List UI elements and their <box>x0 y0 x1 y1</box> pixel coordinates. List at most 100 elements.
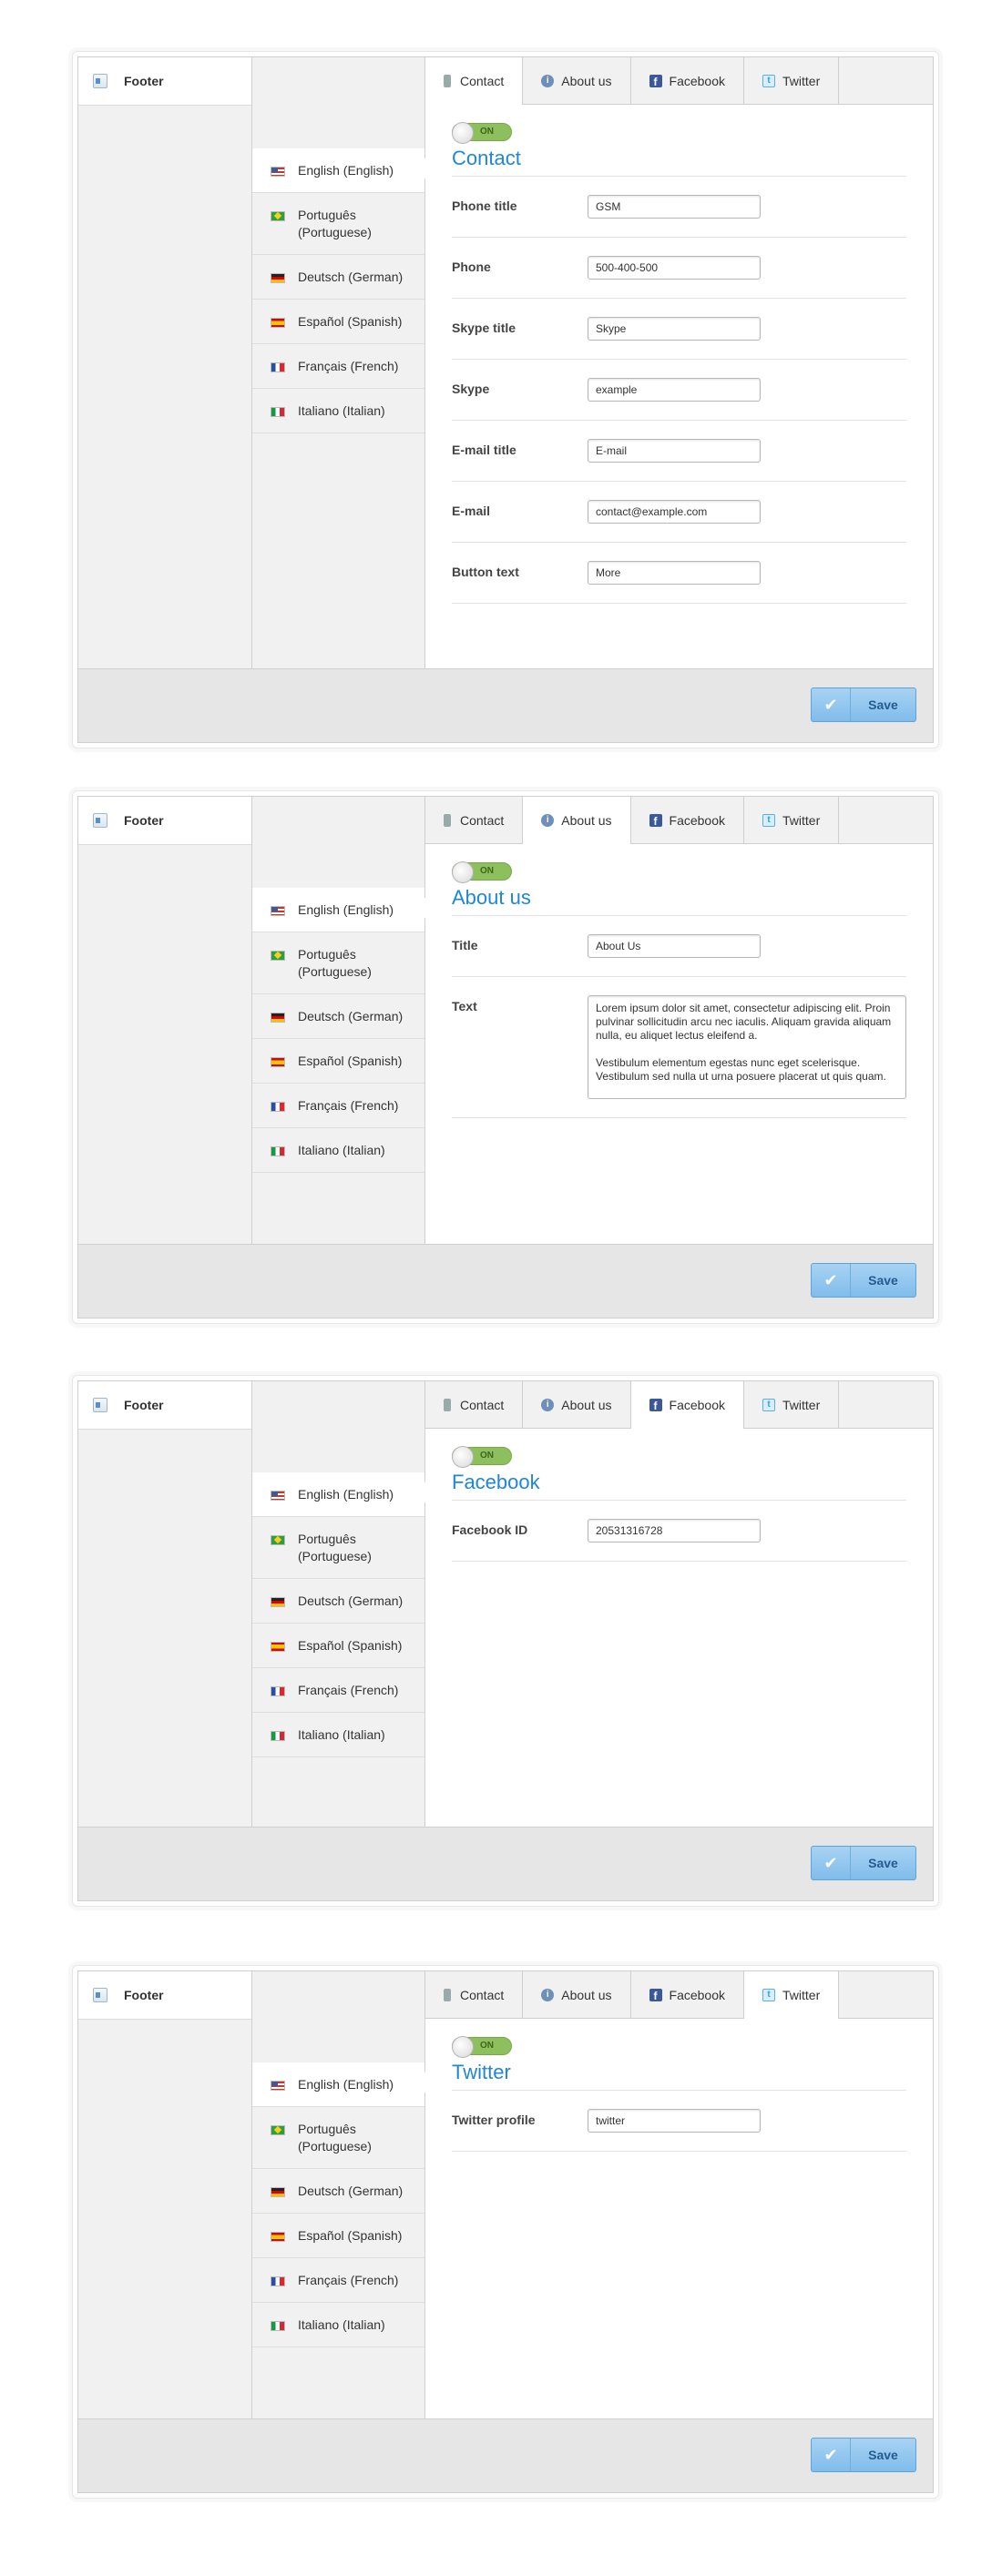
tab-contact[interactable]: Contact <box>425 797 524 843</box>
tab-contact[interactable]: Contact <box>425 1381 524 1428</box>
language-list: English (English) Português (Portuguese) D… <box>252 148 424 433</box>
tab-facebook[interactable]: f Facebook <box>631 797 744 843</box>
language-label: Deutsch (German) <box>298 270 404 284</box>
language-item-it[interactable]: Italiano (Italian) <box>252 389 424 433</box>
tab-contact[interactable]: Contact <box>425 57 524 105</box>
text-input[interactable] <box>588 561 761 585</box>
tab-about-us[interactable]: i About us <box>523 57 631 104</box>
language-item-it[interactable]: Italiano (Italian) <box>252 1128 424 1173</box>
text-input[interactable] <box>588 934 761 958</box>
text-input[interactable] <box>588 500 761 524</box>
tab-facebook[interactable]: f Facebook <box>631 57 744 104</box>
language-sidebar: English (English) Português (Portuguese) D… <box>252 57 425 669</box>
language-item-it[interactable]: Italiano (Italian) <box>252 1713 424 1757</box>
field-row: Phone title <box>452 176 906 237</box>
text-input[interactable] <box>588 1519 761 1543</box>
flag-de-icon <box>271 273 285 283</box>
field-label: Skype <box>452 382 490 396</box>
language-item-it[interactable]: Italiano (Italian) <box>252 2303 424 2347</box>
language-item-us[interactable]: English (English) <box>252 148 424 193</box>
language-item-es[interactable]: Español (Spanish) <box>252 1624 424 1668</box>
language-item-es[interactable]: Español (Spanish) <box>252 1039 424 1084</box>
enabled-toggle[interactable]: ON <box>452 861 512 883</box>
save-button[interactable]: ✔ Save <box>811 1263 916 1298</box>
tab-facebook[interactable]: f Facebook <box>631 1971 744 2018</box>
section-item-label: Footer <box>124 1988 164 2002</box>
save-button[interactable]: ✔ Save <box>811 2438 916 2472</box>
toggle-label: ON <box>480 2041 494 2051</box>
language-item-br[interactable]: Português (Portuguese) <box>252 1517 424 1579</box>
tab-about-us[interactable]: i About us <box>523 1381 631 1428</box>
flag-es-icon <box>271 318 285 328</box>
text-area[interactable]: Lorem ipsum dolor sit amet, consectetur … <box>588 995 906 1099</box>
tab-contact[interactable]: Contact <box>425 1971 524 2018</box>
language-item-de[interactable]: Deutsch (German) <box>252 994 424 1039</box>
tab-twitter[interactable]: t Twitter <box>744 797 840 843</box>
language-sidebar: English (English) Português (Portuguese) D… <box>252 1381 425 1828</box>
flag-fr-icon <box>271 2276 285 2286</box>
tab-label: Contact <box>460 812 505 828</box>
tab-bar: Contact i About us f Facebook t Twitter <box>425 1381 933 1429</box>
language-label: Português (Portuguese) <box>298 2122 372 2153</box>
tab-label: Facebook <box>669 1987 725 2002</box>
flag-it-icon <box>271 407 285 417</box>
language-item-us[interactable]: English (English) <box>252 888 424 932</box>
content-area: Contact i About us f Facebook t Twitter ON Conta… <box>425 57 933 669</box>
section-sidebar: Footer <box>78 1381 252 1828</box>
save-button[interactable]: ✔ Save <box>811 687 916 722</box>
language-label: Français (French) <box>298 1683 399 1697</box>
field-row: Phone <box>452 237 906 298</box>
text-input[interactable] <box>588 195 761 219</box>
phone-icon <box>444 75 451 87</box>
tab-label: Contact <box>460 74 505 88</box>
info-icon: i <box>541 1398 555 1411</box>
language-item-fr[interactable]: Français (French) <box>252 1668 424 1713</box>
tab-label: Twitter <box>782 812 821 828</box>
settings-panel: Footer English (English) Português (Portug… <box>72 51 939 748</box>
enabled-toggle[interactable]: ON <box>452 1446 512 1468</box>
section-item-label: Footer <box>124 813 164 828</box>
save-button[interactable]: ✔ Save <box>811 1846 916 1880</box>
content-title: Facebook <box>452 1471 540 1493</box>
toggle-knob <box>452 861 474 883</box>
language-item-es[interactable]: Español (Spanish) <box>252 300 424 344</box>
tab-about-us[interactable]: i About us <box>523 1971 631 2018</box>
tab-label: About us <box>561 73 612 88</box>
section-item-footer[interactable]: Footer <box>78 1971 251 2020</box>
language-sidebar: English (English) Português (Portuguese) D… <box>252 1971 425 2419</box>
language-item-de[interactable]: Deutsch (German) <box>252 2169 424 2214</box>
language-item-br[interactable]: Português (Portuguese) <box>252 2107 424 2169</box>
section-item-footer[interactable]: Footer <box>78 1381 251 1430</box>
language-item-us[interactable]: English (English) <box>252 1472 424 1517</box>
text-input[interactable] <box>588 256 761 280</box>
field-row: Facebook ID <box>452 1500 906 1562</box>
form-fields: Twitter profile <box>452 2090 906 2152</box>
flag-de-icon <box>271 1013 285 1023</box>
section-item-footer[interactable]: Footer <box>78 797 251 845</box>
enabled-toggle[interactable]: ON <box>452 122 512 144</box>
language-item-de[interactable]: Deutsch (German) <box>252 1579 424 1624</box>
tab-label: Twitter <box>782 1988 821 2002</box>
language-item-fr[interactable]: Français (French) <box>252 2258 424 2303</box>
text-input[interactable] <box>588 378 761 402</box>
tab-facebook[interactable]: f Facebook <box>630 1381 744 1429</box>
language-item-fr[interactable]: Français (French) <box>252 1084 424 1128</box>
language-item-fr[interactable]: Français (French) <box>252 344 424 389</box>
field-row: Skype title <box>452 298 906 359</box>
text-input[interactable] <box>588 439 761 463</box>
language-item-de[interactable]: Deutsch (German) <box>252 255 424 300</box>
language-item-br[interactable]: Português (Portuguese) <box>252 193 424 255</box>
language-item-us[interactable]: English (English) <box>252 2062 424 2107</box>
language-label: Español (Spanish) <box>298 2228 403 2243</box>
text-input[interactable] <box>588 2109 761 2133</box>
enabled-toggle[interactable]: ON <box>452 2036 512 2058</box>
language-item-es[interactable]: Español (Spanish) <box>252 2214 424 2258</box>
tab-about-us[interactable]: i About us <box>523 797 631 844</box>
text-input[interactable] <box>588 317 761 341</box>
field-label: Twitter profile <box>452 2113 536 2127</box>
tab-twitter[interactable]: t Twitter <box>744 1971 840 2019</box>
section-item-footer[interactable]: Footer <box>78 57 251 106</box>
tab-twitter[interactable]: t Twitter <box>744 57 840 104</box>
tab-twitter[interactable]: t Twitter <box>744 1381 840 1428</box>
language-item-br[interactable]: Português (Portuguese) <box>252 932 424 994</box>
